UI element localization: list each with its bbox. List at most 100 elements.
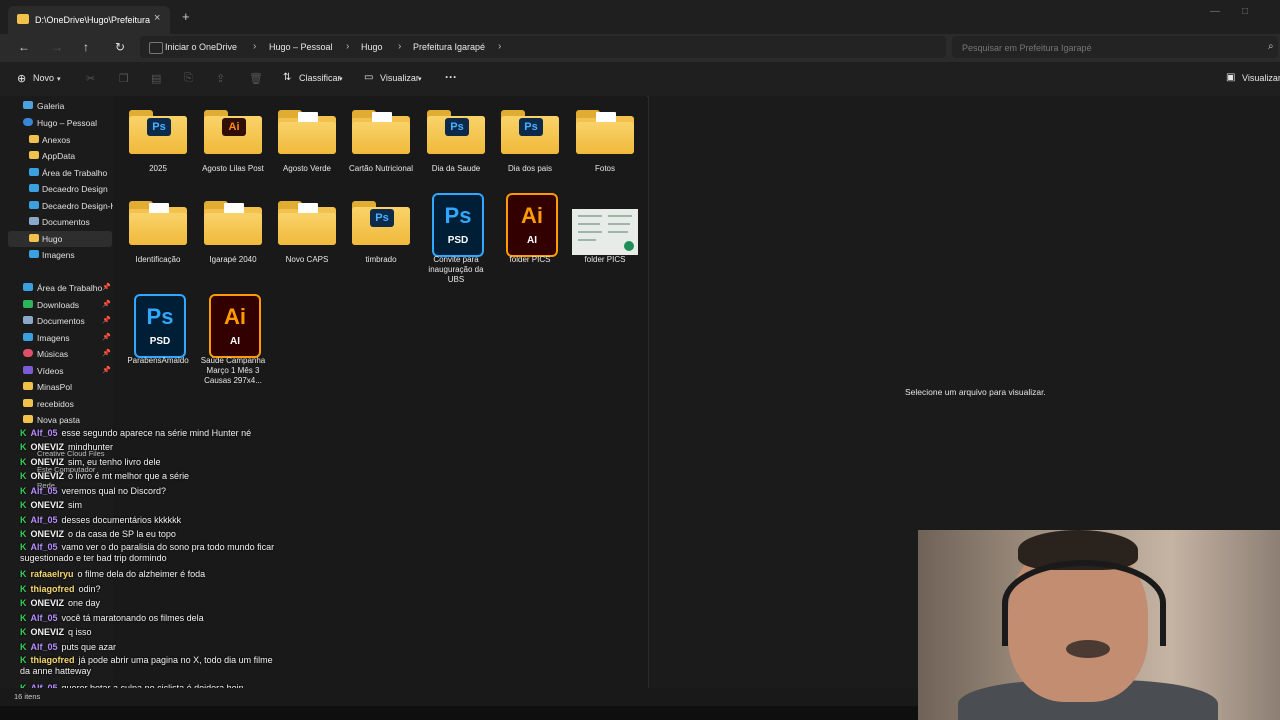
file-name: Cartão Nutricional — [348, 164, 414, 173]
search-box[interactable]: ⌕ — [952, 36, 1278, 58]
gallery-icon — [23, 101, 33, 109]
chat-message: Kthiagofred já pode abrir uma pagina no X… — [20, 655, 273, 676]
folder-icon — [29, 184, 39, 192]
close-tab-icon[interactable]: × — [154, 12, 160, 24]
sidebar-item-decaedro-design-h[interactable]: Decaedro Design-H — [8, 198, 117, 214]
folder-icon — [129, 201, 187, 245]
sidebar-item-imagens[interactable]: Imagens — [8, 247, 112, 263]
new-icon: ⊕ — [17, 73, 27, 85]
sidebar-item-documentos[interactable]: Documentos — [8, 214, 112, 230]
quick-access-recebidos[interactable]: recebidos — [8, 396, 112, 412]
quick-access-documentos[interactable]: Documentos 📌 — [8, 313, 112, 329]
folder-icon — [23, 399, 33, 407]
pin-icon: 📌 — [102, 317, 111, 324]
file-name: Convite para inauguração da UBS — [428, 255, 484, 284]
quick-access-musicas[interactable]: Músicas 📌 — [8, 346, 112, 362]
pictures-icon — [23, 333, 33, 341]
address-bar[interactable]: Iniciar o OneDrive › Hugo – Pessoal › Hu… — [140, 36, 946, 58]
address-row: ← → ↑ ↻ Iniciar o OneDrive › Hugo – Pess… — [0, 34, 1280, 62]
new-tab-button[interactable]: + — [182, 9, 190, 24]
sidebar-item-anexos[interactable]: Anexos — [8, 132, 112, 148]
file-name: Agosto Verde — [282, 164, 332, 173]
more-options-icon[interactable]: ··· — [445, 70, 457, 84]
sidebar-item-label: Músicas — [37, 349, 69, 359]
sidebar-item-label: Downloads — [37, 300, 80, 310]
chevron-down-icon: ▾ — [57, 76, 61, 83]
sidebar-item-appdata[interactable]: AppData — [8, 148, 112, 164]
file-name: Dia dos pais — [507, 164, 553, 173]
view-button[interactable]: Visualizar — [380, 73, 419, 83]
preview-empty-message: Selecione um arquivo para visualizar. — [905, 387, 1046, 397]
sort-button[interactable]: Classificar — [299, 73, 341, 83]
new-button[interactable]: Novo — [33, 73, 54, 83]
cut-icon[interactable]: ✂ — [86, 72, 95, 85]
chevron-down-icon: ▾ — [418, 76, 422, 83]
share-icon[interactable]: ⇪ — [216, 72, 225, 85]
preview-pane-icon: ▣ — [1226, 72, 1236, 83]
breadcrumb-onedrive[interactable]: Iniciar o OneDrive — [165, 42, 237, 52]
folder-icon — [29, 135, 39, 143]
delete-icon[interactable]: 🗑 — [249, 72, 263, 85]
breadcrumb-hugo-pessoal[interactable]: Hugo – Pessoal — [269, 42, 333, 52]
rename-icon[interactable]: ⎘ — [184, 72, 193, 85]
maximize-icon[interactable]: □ — [1242, 6, 1248, 17]
breadcrumb-prefeitura[interactable]: Prefeitura Igarapé — [413, 42, 485, 52]
breadcrumb-hugo[interactable]: Hugo — [361, 42, 383, 52]
folder-icon: Ps — [427, 110, 485, 154]
breadcrumb-separator[interactable]: › — [253, 41, 256, 52]
breadcrumb-separator[interactable]: › — [346, 41, 349, 52]
folder-icon — [278, 110, 336, 154]
sidebar-item-label: AppData — [42, 151, 76, 161]
chat-message: K ONEVIZ o da casa de SP la eu topo — [20, 529, 176, 539]
sidebar-item-decaedro-design[interactable]: Decaedro Design — [8, 181, 112, 197]
folder-icon — [278, 201, 336, 245]
breadcrumb-separator[interactable]: › — [398, 41, 401, 52]
chat-message: K Alf_05 puts que azar — [20, 642, 117, 652]
sidebar-item-hugo[interactable]: Hugo — [8, 231, 112, 247]
copy-icon[interactable]: ❐ — [119, 72, 129, 85]
photoshop-file-icon: Ps PSD — [432, 193, 484, 257]
folder-icon — [23, 382, 33, 390]
file-name: Saúde Campanha Março 1 Mês 3 Causas 297x… — [200, 356, 266, 385]
music-icon — [23, 349, 33, 357]
quick-access-area-de-trabalho[interactable]: Área de Trabalho 📌 — [8, 280, 112, 296]
title-bar: D:\OneDrive\Hugo\Prefeitura × + — □ — [0, 0, 1280, 34]
sort-icon: ⇅ — [283, 72, 292, 83]
minimize-icon[interactable]: — — [1210, 6, 1220, 17]
explorer-tab[interactable]: D:\OneDrive\Hugo\Prefeitura × — [8, 6, 170, 34]
pin-icon: 📌 — [102, 334, 111, 341]
tab-title: D:\OneDrive\Hugo\Prefeitura — [35, 15, 151, 25]
sidebar-item-label: Nova pasta — [37, 415, 80, 425]
quick-access-minaspol[interactable]: MinasPol — [8, 379, 112, 395]
breadcrumb-separator[interactable]: › — [498, 41, 501, 52]
sidebar-item-label: Anexos — [42, 135, 71, 145]
sidebar-item-area-de-trabalho[interactable]: Área de Trabalho — [8, 165, 112, 181]
refresh-icon[interactable]: ↻ — [115, 40, 125, 54]
folder-icon: Ps — [501, 110, 559, 154]
search-input[interactable] — [960, 40, 1254, 56]
chat-message: K ONEVIZ o livro é mt melhor que a série — [20, 471, 190, 481]
sidebar-item-galeria[interactable]: Galeria — [8, 98, 112, 114]
sidebar-item-label: MinasPol — [37, 382, 72, 392]
edge-icon — [624, 241, 634, 251]
forward-icon[interactable]: → — [51, 40, 63, 54]
paste-icon[interactable]: ▤ — [151, 72, 161, 85]
up-icon[interactable]: ↑ — [83, 40, 89, 54]
desktop-icon — [29, 168, 39, 176]
chat-message: K ONEVIZ sim — [20, 500, 83, 510]
quick-access-imagens[interactable]: Imagens 📌 — [8, 330, 112, 346]
sidebar-item-label: Hugo – Pessoal — [37, 118, 98, 128]
quick-access-downloads[interactable]: Downloads 📌 — [8, 297, 112, 313]
quick-access-videos[interactable]: Vídeos 📌 — [8, 363, 112, 379]
sidebar-item-label: Galeria — [37, 101, 65, 111]
sidebar-item-label: Decaedro Design-H — [42, 201, 117, 211]
sidebar-item-hugo-pessoal[interactable]: Hugo – Pessoal — [8, 115, 112, 131]
pin-icon: 📌 — [102, 350, 111, 357]
chat-message: K Alf_05 esse segundo aparece na série min… — [20, 428, 252, 438]
chat-message: K ONEVIZ sim, eu tenho livro dele — [20, 457, 161, 467]
back-icon[interactable]: ← — [18, 40, 30, 54]
file-name: Dia da Saude — [431, 164, 481, 173]
illustrator-file-icon: Ai AI — [209, 294, 261, 358]
file-name: 2025 — [149, 164, 167, 173]
preview-pane-button[interactable]: Visualizar — [1242, 73, 1280, 83]
